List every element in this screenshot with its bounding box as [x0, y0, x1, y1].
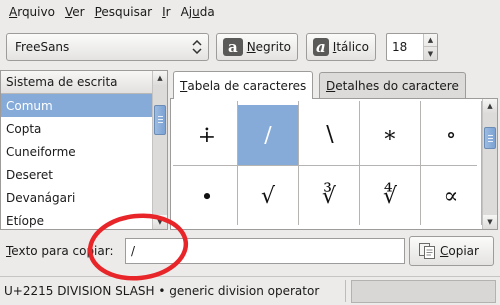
- char-cell[interactable]: ∜: [360, 166, 420, 226]
- italic-label: Itálico: [333, 40, 369, 54]
- menu-view[interactable]: Ver: [60, 5, 90, 19]
- script-item-cuneiforme[interactable]: Cuneiforme: [1, 140, 167, 163]
- menu-help-mnemonic: u: [192, 5, 200, 19]
- script-item-label: Cuneiforme: [6, 144, 76, 159]
- tab-character-details[interactable]: Detalhes do caractere: [319, 72, 466, 98]
- italic-button[interactable]: a Itálico: [306, 33, 376, 61]
- char-cell[interactable]: ∘: [421, 105, 481, 165]
- status-separator: [345, 280, 346, 302]
- bold-label-post: egrito: [255, 40, 291, 54]
- spin-up-icon[interactable]: ▲: [424, 34, 437, 47]
- script-item-devanagari[interactable]: Devanágari: [1, 186, 167, 209]
- char-cell[interactable]: ∙: [177, 166, 237, 226]
- script-item-label: Comum: [6, 98, 53, 113]
- copy-button[interactable]: Copiar: [409, 236, 494, 266]
- font-family-value: FreeSans: [15, 40, 70, 54]
- script-list-header[interactable]: Sistema de escrita: [1, 71, 167, 94]
- copy-text-label: Texto para copiar:: [6, 244, 114, 258]
- menu-file-mnemonic: A: [9, 5, 18, 19]
- char-cell[interactable]: ∛: [299, 166, 359, 226]
- tab-label-post: etalhes do caractere: [335, 78, 459, 93]
- script-list-scrollbar[interactable]: ▲ ▼: [152, 71, 167, 229]
- spin-down-icon[interactable]: ▼: [424, 47, 437, 60]
- thumb-grip: [488, 138, 493, 139]
- copy-text-input[interactable]: /: [125, 238, 405, 264]
- script-item-etiope[interactable]: Etíope: [1, 209, 167, 229]
- menu-go-post: r: [165, 5, 171, 19]
- script-list: Sistema de escrita Comum Copta Cuneiform…: [0, 70, 168, 230]
- scrollbar-thumb[interactable]: [484, 127, 496, 149]
- menu-help[interactable]: Ajuda: [176, 5, 220, 19]
- grid-divider: [237, 101, 238, 225]
- scroll-down-icon[interactable]: ▼: [153, 215, 167, 229]
- toolbar: FreeSans a Negrito a Itálico 18 ▲ ▼: [0, 28, 500, 68]
- status-bar: U+2215 DIVISION SLASH • generic division…: [0, 276, 500, 305]
- char-cell[interactable]: ∗: [360, 105, 420, 165]
- thumb-grip: [488, 141, 493, 142]
- script-item-comum[interactable]: Comum: [1, 94, 167, 117]
- grid-divider: [359, 101, 360, 225]
- character-grid-scrollbar[interactable]: ▲ ▼: [482, 99, 497, 229]
- grid-divider: [298, 101, 299, 225]
- menu-view-post: er: [72, 5, 85, 19]
- grid-divider: [420, 101, 421, 225]
- combo-arrows-icon: [192, 39, 202, 55]
- tab-label-mnemonic: T: [180, 78, 188, 93]
- bold-button[interactable]: a Negrito: [216, 33, 298, 61]
- grid-divider: [173, 165, 477, 166]
- script-item-label: Etíope: [6, 213, 44, 228]
- script-item-copta[interactable]: Copta: [1, 117, 167, 140]
- copy-icon: [418, 242, 436, 260]
- script-item-label: Copta: [6, 121, 42, 136]
- scrollbar-thumb[interactable]: [154, 105, 166, 135]
- menu-search[interactable]: Pesquisar: [90, 5, 158, 19]
- char-cell[interactable]: ∔: [177, 105, 237, 165]
- menu-help-post: da: [199, 5, 215, 19]
- bold-icon: a: [223, 38, 243, 56]
- menu-file[interactable]: Arquivo: [4, 5, 60, 19]
- italic-label-post: tálico: [336, 40, 369, 54]
- font-size-spinner[interactable]: 18 ▲ ▼: [386, 33, 438, 61]
- bold-label-mnemonic: N: [246, 40, 256, 54]
- scroll-up-icon[interactable]: ▲: [483, 99, 497, 113]
- char-cell-selected[interactable]: ∕: [238, 105, 298, 165]
- menu-bar: Arquivo Ver Pesquisar Ir Ajuda: [0, 0, 500, 24]
- status-progress-area: [351, 280, 496, 303]
- thumb-grip: [488, 135, 493, 136]
- scroll-down-icon[interactable]: ▼: [483, 215, 497, 229]
- copy-label-post: exto para copiar:: [11, 244, 114, 258]
- char-cell[interactable]: √: [238, 166, 298, 226]
- italic-icon: a: [313, 38, 329, 56]
- copy-text-value: /: [131, 244, 136, 258]
- thumb-grip: [158, 116, 163, 117]
- character-grid: ∔ ∕ ∖ ∗ ∘ ∙ √ ∛ ∜ ∝ ▲ ▼: [170, 98, 498, 230]
- tab-label-mnemonic: D: [326, 78, 336, 93]
- char-cell[interactable]: ∖: [299, 105, 359, 165]
- bold-label: Negrito: [247, 40, 291, 54]
- thumb-grip: [158, 119, 163, 120]
- menu-file-post: rquivo: [17, 5, 55, 19]
- char-cell[interactable]: ∝: [421, 166, 481, 226]
- script-item-label: Deseret: [6, 167, 54, 182]
- scroll-up-icon[interactable]: ▲: [153, 71, 167, 85]
- script-item-label: Devanágari: [6, 190, 76, 205]
- font-family-combo[interactable]: FreeSans: [6, 33, 209, 61]
- thumb-grip: [158, 122, 163, 123]
- script-item-deseret[interactable]: Deseret: [1, 163, 167, 186]
- tab-character-table[interactable]: Tabela de caracteres: [173, 71, 314, 99]
- menu-go[interactable]: Ir: [157, 5, 175, 19]
- copy-button-mnemonic: C: [440, 244, 449, 258]
- script-list-header-label: Sistema de escrita: [6, 75, 118, 89]
- menu-help-pre: Aj: [180, 5, 193, 19]
- menu-search-post: esquisar: [101, 5, 153, 19]
- font-size-value: 18: [392, 40, 408, 54]
- status-text: U+2215 DIVISION SLASH • generic division…: [4, 284, 320, 298]
- copy-button-post: opiar: [448, 244, 479, 258]
- spin-buttons: ▲ ▼: [423, 34, 437, 60]
- tab-label-post: abela de caracteres: [187, 78, 307, 93]
